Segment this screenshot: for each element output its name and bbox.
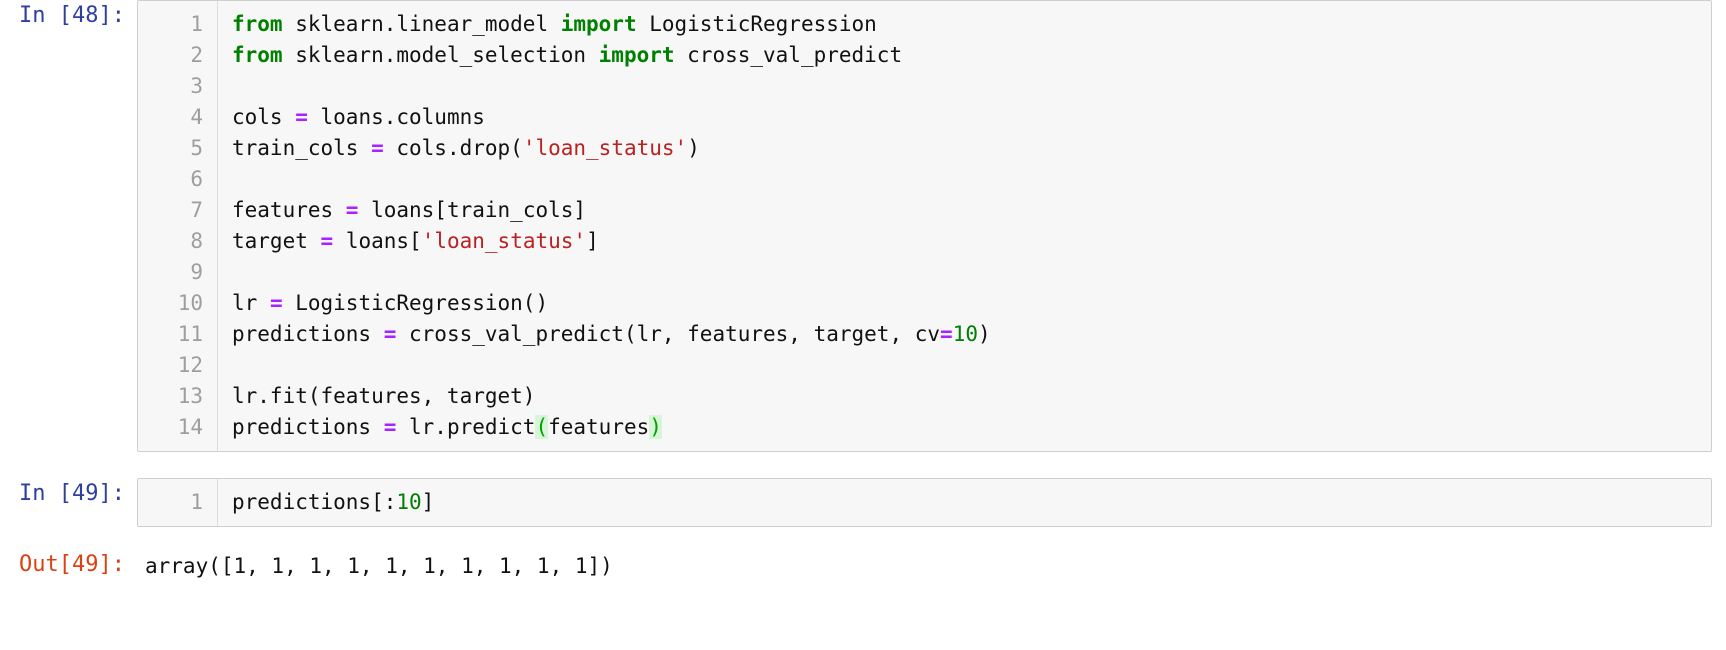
output-prompt-49: Out[49]: — [19, 552, 125, 577]
line-number: 5 — [190, 136, 203, 160]
line-number: 4 — [190, 105, 203, 129]
code-token-plain: ) — [687, 136, 700, 160]
code-line: features = loans[train_cols] — [232, 195, 1711, 226]
line-number: 11 — [177, 322, 203, 346]
code-token-plain: loans[ — [333, 229, 422, 253]
code-token-plain: sklearn.model_selection — [282, 43, 599, 67]
code-token-plain: train_cols — [232, 136, 372, 160]
line-number: 7 — [190, 198, 203, 222]
code-line: lr.fit(features, target) — [232, 381, 1711, 412]
code-token-num: 10 — [396, 490, 422, 514]
code-line: predictions[:10] — [232, 487, 1711, 518]
code-token-plain: predictions[: — [232, 490, 397, 514]
line-number: 3 — [190, 74, 203, 98]
line-number: 8 — [190, 229, 203, 253]
code-token-plain: predictions — [232, 322, 384, 346]
code-token-kw: import — [560, 12, 637, 36]
code-token-plain: lr.fit(features, target) — [232, 384, 536, 408]
code-cell-48[interactable]: In [48]: 1 2 3 4 5 6 7 8 9 10 11 12 13 14 from sklear… — [0, 0, 1726, 452]
code-token-op: = — [383, 322, 397, 346]
code-token-plain: lr.predict — [396, 415, 536, 439]
code-token-plain: cols.drop( — [383, 136, 523, 160]
code-token-op: = — [295, 105, 308, 129]
code-token-plain: loans[train_cols] — [358, 198, 587, 222]
code-token-plain: ] — [421, 490, 435, 514]
code-token-op: = — [320, 229, 334, 253]
code-token-plain: features — [232, 198, 346, 222]
code-token-op: = — [269, 291, 283, 315]
code-line: predictions = cross_val_predict(lr, feat… — [232, 319, 1711, 350]
code-token-plain: target — [232, 229, 321, 253]
code-token-kw: from — [232, 43, 283, 67]
code-content-49[interactable]: predictions[:10] — [218, 479, 1711, 526]
line-number: 1 — [190, 12, 203, 36]
code-token-plain: ) — [977, 322, 991, 346]
code-token-plain: cross_val_predict — [674, 43, 903, 67]
code-line: from sklearn.linear_model import Logisti… — [232, 9, 1711, 40]
output-cell-49: Out[49]: array([1, 1, 1, 1, 1, 1, 1, 1, … — [0, 549, 1726, 582]
code-token-op: = — [345, 198, 359, 222]
code-line: train_cols = cols.drop('loan_status') — [232, 133, 1711, 164]
line-number: 10 — [177, 291, 203, 315]
line-number: 6 — [190, 167, 203, 191]
code-token-plain: LogisticRegression() — [282, 291, 549, 315]
code-line: cols = loans.columns — [232, 102, 1711, 133]
code-token-bracket: ( — [535, 415, 549, 439]
cell-spacer-2 — [0, 527, 1726, 549]
code-token-plain: sklearn.linear_model — [282, 12, 561, 36]
code-token-kw: from — [232, 12, 283, 36]
code-line: target = loans['loan_status'] — [232, 226, 1711, 257]
code-editor-48[interactable]: 1 2 3 4 5 6 7 8 9 10 11 12 13 14 from sklearn.linear_… — [137, 0, 1712, 452]
line-number-gutter-49: 1 — [138, 479, 218, 526]
line-number: 13 — [177, 384, 203, 408]
code-editor-49[interactable]: 1 predictions[:10] — [137, 478, 1712, 527]
code-token-plain: loans.columns — [307, 105, 485, 129]
line-number: 12 — [177, 353, 203, 377]
code-token-plain: LogisticRegression — [636, 12, 877, 36]
code-token-plain: features — [548, 415, 650, 439]
code-token-plain: lr — [232, 291, 270, 315]
cell-spacer-1 — [0, 452, 1726, 478]
code-token-kw: import — [598, 43, 675, 67]
code-token-plain: cross_val_predict(lr, features, target, … — [396, 322, 941, 346]
line-number: 2 — [190, 43, 203, 67]
code-line: predictions = lr.predict(features) — [232, 412, 1711, 443]
output-text-49: array([1, 1, 1, 1, 1, 1, 1, 1, 1, 1]) — [145, 554, 613, 578]
code-token-plain: predictions — [232, 415, 384, 439]
line-number: 1 — [190, 490, 203, 514]
code-token-bracket: ) — [649, 415, 662, 439]
code-token-str: 'loan_status' — [421, 229, 587, 253]
code-token-plain: ] — [586, 229, 599, 253]
notebook: In [48]: 1 2 3 4 5 6 7 8 9 10 11 12 13 14 from sklear… — [0, 0, 1726, 650]
code-token-num: 10 — [952, 322, 978, 346]
code-token-op: = — [371, 136, 384, 160]
code-token-plain: cols — [232, 105, 296, 129]
code-line: lr = LogisticRegression() — [232, 288, 1711, 319]
code-line: from sklearn.model_selection import cros… — [232, 40, 1711, 71]
input-prompt-49: In [49]: — [19, 481, 125, 506]
code-cell-49[interactable]: In [49]: 1 predictions[:10] — [0, 478, 1726, 527]
code-token-op: = — [940, 322, 953, 346]
input-prompt-48: In [48]: — [19, 3, 125, 28]
code-token-op: = — [383, 415, 397, 439]
code-content-48[interactable]: from sklearn.linear_model import Logisti… — [218, 1, 1711, 451]
line-number-gutter-48: 1 2 3 4 5 6 7 8 9 10 11 12 13 14 — [138, 1, 218, 451]
line-number: 9 — [190, 260, 203, 284]
code-token-str: 'loan_status' — [522, 136, 688, 160]
line-number: 14 — [177, 415, 203, 439]
